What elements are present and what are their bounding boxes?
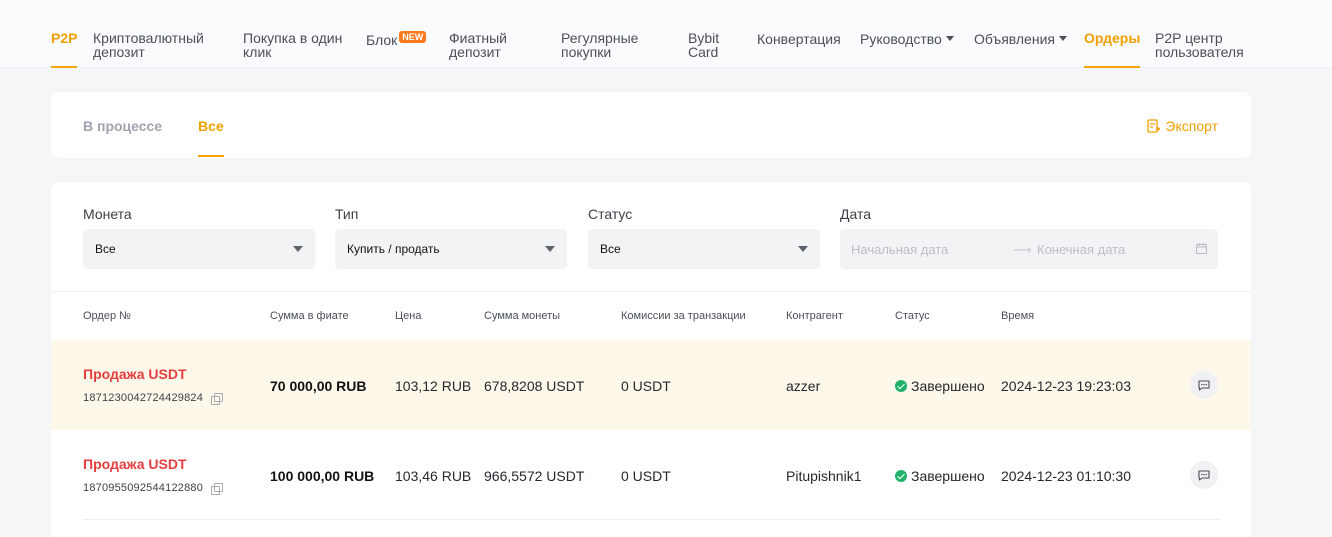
type-select-value: Купить / продать	[347, 242, 440, 256]
counterparty[interactable]: azzer	[786, 378, 820, 394]
nav-p2p[interactable]: P2P	[51, 31, 78, 68]
dropdown-arrow-icon	[545, 246, 555, 252]
header-fiat-amount: Сумма в фиате	[270, 310, 349, 322]
status-filter: Статус Все	[588, 206, 820, 269]
table-row[interactable]: Продажа USDT 1871230042724429824 70 000,…	[51, 340, 1251, 430]
nav-crypto-deposit[interactable]: Криптовалютный депозит	[93, 31, 204, 59]
type-filter: Тип Купить / продать	[335, 206, 567, 269]
dropdown-arrow-icon	[293, 246, 303, 252]
row-divider	[83, 519, 1219, 520]
tab-in-progress[interactable]: В процессе	[83, 118, 162, 134]
nav-orders[interactable]: Ордеры	[1084, 31, 1141, 68]
status-text: Завершено	[911, 468, 985, 484]
check-circle-icon	[895, 470, 907, 482]
status-select-value: Все	[600, 242, 621, 256]
new-badge: NEW	[399, 31, 427, 43]
order-time: 2024-12-23 01:10:30	[1001, 468, 1131, 484]
price: 103,12 RUB	[395, 378, 472, 394]
caret-down-icon	[945, 36, 954, 41]
copy-icon[interactable]	[211, 392, 224, 405]
chat-icon	[1198, 379, 1210, 391]
tab-all[interactable]: Все	[198, 118, 224, 157]
header-status: Статус	[895, 310, 930, 322]
order-id: 1870955092544122880	[83, 482, 224, 495]
status-text: Завершено	[911, 378, 985, 394]
nav-ads[interactable]: Объявления	[974, 32, 1067, 46]
fiat-amount: 100 000,00 RUB	[270, 468, 375, 484]
nav-fiat-deposit[interactable]: Фиатный депозит	[449, 31, 507, 59]
caret-down-icon	[1058, 36, 1067, 41]
date-filter-label: Дата	[840, 206, 872, 222]
price: 103,46 RUB	[395, 468, 472, 484]
nav-bybit-card[interactable]: Bybit Card	[688, 31, 719, 59]
chat-icon	[1198, 469, 1210, 481]
fiat-amount: 70 000,00 RUB	[270, 378, 367, 394]
copy-icon[interactable]	[211, 482, 224, 495]
order-type[interactable]: Продажа USDT	[83, 456, 187, 472]
coin-filter-label: Монета	[83, 206, 132, 222]
header-fees: Комиссии за транзакции	[621, 310, 746, 322]
order-time: 2024-12-23 19:23:03	[1001, 378, 1131, 394]
coin-select[interactable]: Все	[83, 229, 315, 269]
header-price: Цена	[395, 310, 422, 322]
export-label: Экспорт	[1165, 118, 1218, 134]
order-id-value: 1870955092544122880	[83, 482, 204, 494]
nav-regular-purchases[interactable]: Регулярные покупки	[561, 31, 638, 59]
status-badge: Завершено	[895, 468, 985, 484]
nav-one-click-buy[interactable]: Покупка в один клик	[243, 31, 342, 59]
counterparty[interactable]: Pitupishnik1	[786, 468, 862, 484]
chat-button[interactable]	[1190, 461, 1218, 489]
header-order-number: Ордер №	[83, 310, 131, 322]
arrow-right-icon: ⟶	[1013, 242, 1032, 257]
status-select[interactable]: Все	[588, 229, 820, 269]
coin-filter: Монета Все	[83, 206, 315, 269]
nav-p2p-user-center[interactable]: P2P центр пользователя	[1155, 31, 1244, 59]
export-button[interactable]: Экспорт	[1147, 118, 1218, 134]
top-navigation: P2P Криптовалютный депозит Покупка в один…	[0, 0, 1332, 68]
dropdown-arrow-icon	[798, 246, 808, 252]
order-id-value: 1871230042724429824	[83, 392, 204, 404]
nav-block[interactable]: Блок NEW	[366, 31, 427, 47]
coin-amount: 966,5572 USDT	[484, 468, 585, 484]
header-counterparty: Контрагент	[786, 310, 843, 322]
date-range-picker[interactable]: Начальная дата ⟶ Конечная дата	[840, 229, 1218, 269]
order-type[interactable]: Продажа USDT	[83, 366, 187, 382]
start-date-input[interactable]: Начальная дата	[851, 242, 948, 257]
check-circle-icon	[895, 380, 907, 392]
coin-select-value: Все	[95, 242, 116, 256]
order-tabs-card: В процессе Все Экспорт	[51, 92, 1251, 158]
orders-card: Монета Все Тип Купить / продать Статус В…	[51, 182, 1251, 537]
header-time: Время	[1001, 310, 1035, 322]
calendar-icon	[1196, 243, 1207, 254]
coin-amount: 678,8208 USDT	[484, 378, 585, 394]
nav-conversion[interactable]: Конвертация	[757, 32, 841, 46]
export-icon	[1147, 119, 1161, 133]
table-row[interactable]: Продажа USDT 1870955092544122880 100 000…	[51, 430, 1251, 520]
status-badge: Завершено	[895, 378, 985, 394]
chat-button[interactable]	[1190, 371, 1218, 399]
fee: 0 USDT	[621, 468, 671, 484]
type-filter-label: Тип	[335, 206, 359, 222]
nav-guide[interactable]: Руководство	[860, 32, 954, 46]
header-coin-amount: Сумма монеты	[484, 310, 561, 322]
end-date-input[interactable]: Конечная дата	[1037, 242, 1125, 257]
status-filter-label: Статус	[588, 206, 633, 222]
filter-divider	[51, 291, 1251, 292]
type-select[interactable]: Купить / продать	[335, 229, 567, 269]
fee: 0 USDT	[621, 378, 671, 394]
order-id: 1871230042724429824	[83, 392, 224, 405]
date-filter: Дата Начальная дата ⟶ Конечная дата	[840, 206, 1218, 269]
